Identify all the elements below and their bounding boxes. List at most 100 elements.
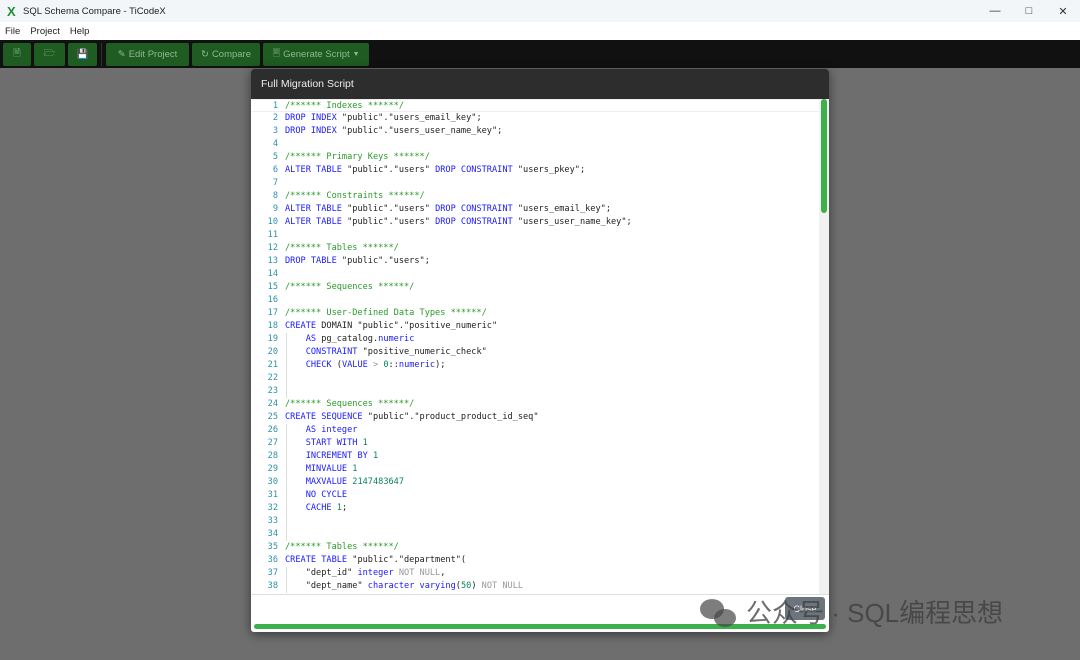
- code-line: 35 /****** Tables ******/: [252, 541, 829, 554]
- code-token: numeric: [398, 360, 436, 370]
- line-number: 7: [272, 178, 278, 188]
- menu-file[interactable]: File: [0, 26, 25, 37]
- new-file-button[interactable]: 🗎: [3, 42, 31, 66]
- code-text: DROP INDEX "public"."users_user_name_key…: [278, 125, 502, 138]
- code-token: DROP CONSTRAINT: [435, 204, 518, 214]
- save-button[interactable]: 💾: [68, 42, 97, 66]
- code-token: "public"."users_user_name_key";: [341, 126, 503, 136]
- code-text: NO CYCLE: [278, 489, 347, 502]
- line-number: 14: [267, 269, 278, 279]
- code-token: DROP CONSTRAINT: [435, 165, 518, 175]
- toolbar: 🗎 🗁 💾 ✎ Edit Project ↻ Compare 🗏 Generate S…: [0, 40, 1080, 68]
- wechat-icon: [700, 597, 738, 627]
- code-line: 29 MINVALUE 1: [252, 463, 829, 476]
- line-number: 27: [267, 438, 278, 448]
- compare-button[interactable]: ↻ Compare: [192, 42, 260, 66]
- code-editor[interactable]: 1/****** Indexes ******/2 DROP INDEX "pub…: [252, 99, 829, 595]
- open-folder-button[interactable]: 🗁: [34, 42, 65, 66]
- code-text: /****** Tables ******/: [278, 242, 399, 255]
- migration-script-dialog: Full Migration Script 1 /****** Indexes *…: [251, 69, 829, 632]
- code-text: MAXVALUE 2147483647: [278, 476, 404, 489]
- code-text: [278, 515, 306, 528]
- code-token: CONSTRAINT: [305, 347, 363, 357]
- code-text: /****** User-Defined Data Types ******/: [278, 307, 487, 320]
- code-text: [278, 372, 306, 385]
- code-token: "public"."users_email_key";: [341, 113, 482, 123]
- code-token: 50: [460, 581, 472, 591]
- line-number: 1: [272, 101, 278, 111]
- scrollbar[interactable]: [819, 99, 829, 594]
- line-number: 26: [267, 425, 278, 435]
- code-text: DROP TABLE "public"."users";: [278, 255, 430, 268]
- folder-open-icon: 🗁: [43, 48, 56, 59]
- code-line: 33: [252, 515, 829, 528]
- line-number: 3: [272, 126, 278, 136]
- code-line: 28 INCREMENT BY 1: [252, 450, 829, 463]
- code-token: /****** User-Defined Data Types ******/: [285, 308, 487, 318]
- line-number: 16: [267, 295, 278, 305]
- code-line: 34: [252, 528, 829, 541]
- code-text: START WITH 1: [278, 437, 368, 450]
- code-token: CHECK: [305, 360, 337, 370]
- indent-guide: [286, 437, 287, 450]
- line-number: 21: [267, 360, 278, 370]
- code-token: NO CYCLE: [305, 490, 348, 500]
- code-line: 18 CREATE DOMAIN "public"."positive_numer…: [252, 320, 829, 333]
- code-token: );: [435, 360, 446, 370]
- code-token: DROP TABLE: [285, 256, 342, 266]
- code-line: 13 DROP TABLE "public"."users";: [252, 255, 829, 268]
- code-token: DROP INDEX: [285, 126, 342, 136]
- line-number: 31: [267, 490, 278, 500]
- code-line: 38 "dept_name" character varying(50) NOT…: [252, 580, 829, 593]
- code-line: 24 /****** Sequences ******/: [252, 398, 829, 411]
- code-token: "public"."users": [347, 165, 436, 175]
- code-line: 21 CHECK (VALUE > 0::numeric);: [252, 359, 829, 372]
- line-number: 2: [272, 113, 278, 123]
- indent-guide: [286, 567, 287, 580]
- code-text: /****** Constraints ******/: [278, 190, 425, 203]
- minimize-button[interactable]: —: [978, 0, 1012, 22]
- indent-guide: [286, 333, 287, 346]
- generate-script-button[interactable]: 🗏 Generate Script ▼: [263, 42, 369, 66]
- maximize-button[interactable]: □: [1012, 0, 1046, 22]
- indent-guide: [286, 424, 287, 437]
- line-number: 10: [267, 217, 278, 227]
- line-number: 36: [267, 555, 278, 565]
- code-line: 36 CREATE TABLE "public"."department"(: [252, 554, 829, 567]
- code-text: CREATE TABLE "public"."department"(: [278, 554, 466, 567]
- code-token: "public"."product_product_id_seq": [367, 412, 539, 422]
- menu-project[interactable]: Project: [25, 26, 65, 37]
- code-token: character varying: [367, 581, 456, 591]
- code-line: 22: [252, 372, 829, 385]
- indent-guide: [286, 515, 287, 528]
- line-number: 20: [267, 347, 278, 357]
- code-token: 1: [362, 438, 368, 448]
- line-number: 12: [267, 243, 278, 253]
- code-token: NOT NULL: [481, 581, 524, 591]
- window-title: SQL Schema Compare - TiCodeX: [23, 5, 166, 17]
- code-token: "public"."department"(: [352, 555, 467, 565]
- code-line: 31 NO CYCLE: [252, 489, 829, 502]
- line-number: 25: [267, 412, 278, 422]
- code-token: numeric: [378, 334, 415, 344]
- close-window-button[interactable]: ✕: [1046, 0, 1080, 22]
- code-line: 4: [252, 138, 829, 151]
- save-icon: 💾: [76, 48, 89, 60]
- edit-project-button[interactable]: ✎ Edit Project: [106, 42, 189, 66]
- code-text: CONSTRAINT "positive_numeric_check": [278, 346, 487, 359]
- code-line: 11: [252, 229, 829, 242]
- code-token: DROP INDEX: [285, 113, 342, 123]
- code-line: 10 ALTER TABLE "public"."users" DROP CONS…: [252, 216, 829, 229]
- menu-help[interactable]: Help: [65, 26, 95, 37]
- code-token: "positive_numeric_check": [362, 347, 487, 357]
- scroll-thumb[interactable]: [821, 99, 827, 213]
